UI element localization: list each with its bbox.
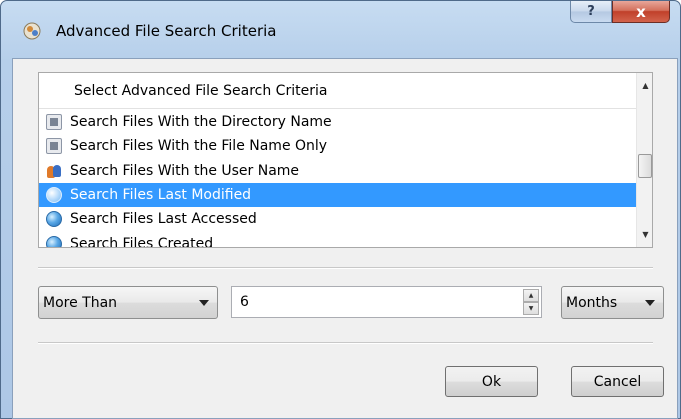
decrement-icon[interactable]: ▼ (523, 302, 539, 315)
amount-value: 6 (240, 294, 249, 310)
unit-value: Months (566, 294, 618, 311)
list-item-label: Search Files Created (70, 235, 214, 248)
amount-stepper[interactable]: 6 ▲ ▼ (231, 286, 542, 318)
users-icon (46, 163, 62, 179)
globe-icon (46, 235, 62, 247)
increment-icon[interactable]: ▲ (523, 289, 539, 302)
list-item[interactable]: Search Files With the Directory Name (39, 110, 636, 134)
list-items: Search Files With the Directory Name Sea… (39, 110, 636, 248)
cancel-button[interactable]: Cancel (571, 366, 664, 397)
list-item-label: Search Files Last Modified (70, 187, 252, 204)
criteria-list[interactable]: Select Advanced File Search Criteria Sea… (38, 72, 653, 248)
unit-dropdown[interactable]: Months (561, 286, 664, 319)
window-title: Advanced File Search Criteria (56, 22, 277, 40)
list-item[interactable]: Search Files Created (39, 231, 636, 248)
list-item[interactable]: Search Files With the File Name Only (39, 134, 636, 158)
title-bar[interactable]: Advanced File Search Criteria ? x (1, 1, 681, 59)
document-icon (46, 138, 62, 155)
help-button[interactable]: ? (570, 1, 612, 23)
stepper-buttons: ▲ ▼ (523, 289, 539, 315)
comparison-value: More Than (43, 294, 118, 311)
list-header: Select Advanced File Search Criteria (39, 73, 636, 109)
comparison-dropdown[interactable]: More Than (38, 286, 218, 319)
document-icon (46, 114, 62, 131)
list-item-label: Search Files With the File Name Only (70, 138, 328, 155)
list-item-selected[interactable]: Search Files Last Modified (39, 182, 636, 208)
chevron-down-icon (645, 300, 655, 306)
divider (38, 267, 653, 269)
scroll-up-icon[interactable]: ▲ (637, 77, 652, 94)
ok-button[interactable]: Ok (445, 366, 538, 397)
list-item[interactable]: Search Files Last Accessed (39, 207, 636, 231)
vertical-scrollbar[interactable]: ▲ ▼ (636, 73, 652, 247)
app-icon (23, 22, 41, 40)
globe-icon (46, 187, 62, 204)
close-button[interactable]: x (612, 1, 670, 23)
globe-icon (46, 211, 62, 228)
dialog-body: Select Advanced File Search Criteria Sea… (12, 58, 678, 419)
scroll-down-icon[interactable]: ▼ (637, 226, 652, 243)
list-item-label: Search Files With the User Name (70, 162, 300, 179)
list-item-label: Search Files Last Accessed (70, 211, 257, 228)
list-item[interactable]: Search Files With the User Name (39, 159, 636, 183)
chevron-down-icon (199, 300, 209, 306)
list-item-label: Search Files With the Directory Name (70, 114, 332, 131)
divider (38, 342, 653, 344)
scroll-thumb[interactable] (638, 154, 652, 178)
